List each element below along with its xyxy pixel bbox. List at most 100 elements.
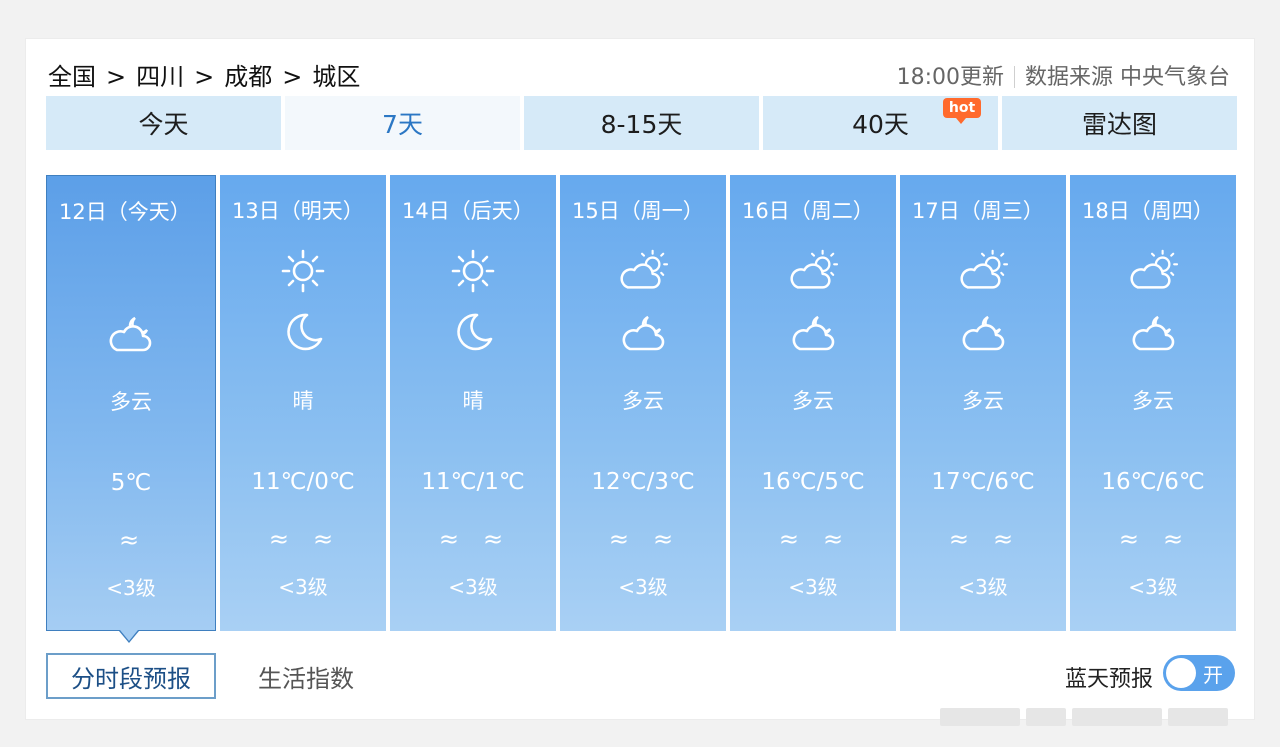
day-label: 13日（明天） (232, 199, 364, 223)
update-meta: 18:00更新 数据来源 中央气象台 (897, 59, 1230, 91)
wind-icon: ≈ (483, 525, 508, 553)
toggle-knob (1166, 658, 1196, 688)
tab-today[interactable]: 今天 (46, 96, 281, 150)
blue-sky-forecast-label: 蓝天预报 (1064, 667, 1153, 692)
tab-8-15-days[interactable]: 8-15天 (524, 96, 759, 150)
wind-icon: ≈ (823, 525, 848, 553)
wind-icon: ≈ (313, 525, 338, 553)
subtab-hourly-forecast[interactable]: 分时段预报 (46, 653, 216, 699)
day-card[interactable]: 13日（明天）晴 11℃/0℃ ≈ ≈ <3级 (220, 175, 386, 631)
wind-level: <3级 (278, 575, 328, 599)
wind-icon: ≈ (608, 525, 633, 553)
breadcrumb-province[interactable]: 四川 (136, 57, 184, 92)
wind-level: <3级 (618, 575, 668, 599)
sun-icon (448, 249, 498, 293)
partly-cloudy-day-icon (618, 249, 668, 293)
wind-icon: ≈ (1163, 525, 1188, 553)
temperature: 16℃/5℃ (761, 469, 865, 495)
partly-cloudy-day-icon (788, 249, 838, 293)
wind-level: <3级 (788, 575, 838, 599)
day-label: 15日（周一） (572, 199, 704, 223)
day-card[interactable]: 17日（周三） 多云 17℃/6℃ ≈ ≈ <3级 (900, 175, 1066, 631)
weather-description: 多云 (622, 389, 664, 413)
day-card[interactable]: 16日（周二） 多云 16℃/5℃ ≈ ≈ <3级 (730, 175, 896, 631)
breadcrumb-separator: > (282, 63, 303, 91)
weather-card: 全国 > 四川 > 成都 > 城区 18:00更新 数据来源 中央气象台 今天 7天 8-15… (25, 38, 1255, 720)
day-label: 16日（周二） (742, 199, 874, 223)
wind-direction-icons: ≈ ≈ (560, 525, 726, 553)
watermark-bar (1072, 708, 1162, 726)
tab-radar[interactable]: 雷达图 (1002, 96, 1237, 150)
watermark-bar (1168, 708, 1228, 726)
tab-label: 雷达图 (1081, 110, 1157, 139)
blue-sky-toggle[interactable]: 开 (1163, 655, 1235, 691)
day-label: 14日（后天） (402, 199, 534, 223)
wind-level: <3级 (106, 576, 156, 600)
wind-icon: ≈ (438, 525, 463, 553)
wind-direction-icons: ≈ ≈ (1070, 525, 1236, 553)
wind-direction-icons: ≈ ≈ (730, 525, 896, 553)
breadcrumb: 全国 > 四川 > 成都 > 城区 (48, 57, 360, 92)
breadcrumb-district: 城区 (312, 63, 361, 91)
cloudy-night-icon (788, 311, 838, 355)
partly-cloudy-day-icon (1128, 249, 1178, 293)
tab-label: 7天 (382, 110, 423, 139)
wind-direction-icons: ≈ ≈ (220, 525, 386, 553)
day-card[interactable]: 14日（后天）晴 11℃/1℃ ≈ ≈ <3级 (390, 175, 556, 631)
breadcrumb-separator: > (194, 63, 215, 91)
wind-icon: ≈ (778, 525, 803, 553)
weather-description: 多云 (792, 389, 834, 413)
breadcrumb-country[interactable]: 全国 (48, 57, 96, 92)
moon-icon (278, 311, 328, 355)
day-label: 18日（周四） (1082, 199, 1214, 223)
tab-40-days[interactable]: 40天 hot (763, 96, 998, 150)
tab-label: 今天 (138, 110, 189, 139)
day-card[interactable]: 15日（周一） 多云 12℃/3℃ ≈ ≈ <3级 (560, 175, 726, 631)
wind-icon: ≈ (118, 526, 144, 554)
breadcrumb-separator: > (106, 63, 127, 91)
day-label: 17日（周三） (912, 199, 1044, 223)
weather-description: 多云 (962, 389, 1004, 413)
day-card[interactable]: 18日（周四） 多云 16℃/6℃ ≈ ≈ <3级 (1070, 175, 1236, 631)
day-card[interactable]: 12日（今天） 多云 5℃ ≈ <3级 (46, 175, 216, 643)
wind-icon: ≈ (268, 525, 293, 553)
update-time: 18:00更新 (896, 65, 1004, 90)
daily-forecast-list: 12日（今天） 多云 5℃ ≈ <3级 13日（明天）晴 11℃/0℃ ≈ ≈ <3级 14日（后天… (46, 175, 1237, 643)
wind-direction-icons: ≈ (47, 526, 215, 554)
selected-pointer (119, 630, 139, 643)
data-source: 数据来源 中央气象台 (1025, 65, 1230, 90)
hot-badge: hot (943, 98, 981, 124)
tab-label: 40天 (852, 110, 909, 139)
temperature: 11℃/1℃ (421, 469, 525, 495)
partly-cloudy-day-icon (958, 249, 1008, 293)
wind-icon: ≈ (1118, 525, 1143, 553)
top-bar: 全国 > 四川 > 成都 > 城区 18:00更新 数据来源 中央气象台 (46, 51, 1236, 91)
subtab-label: 分时段预报 (71, 664, 191, 693)
breadcrumb-city[interactable]: 成都 (224, 57, 272, 92)
wind-direction-icons: ≈ ≈ (900, 525, 1066, 553)
toggle-label: 开 (1203, 663, 1223, 687)
meta-divider (1014, 66, 1015, 88)
subtab-life-index[interactable]: 生活指数 (246, 653, 366, 699)
temperature: 11℃/0℃ (251, 469, 355, 495)
day-label: 12日（今天） (59, 200, 191, 224)
tab-7-days[interactable]: 7天 (285, 96, 520, 150)
tab-label: 8-15天 (600, 110, 683, 139)
cloudy-night-icon (958, 311, 1008, 355)
sun-icon (278, 249, 328, 293)
wind-level: <3级 (448, 575, 498, 599)
weather-description: 晴 (292, 389, 314, 413)
watermark-bars (940, 705, 1250, 729)
wind-level: <3级 (1128, 575, 1178, 599)
wind-direction-icons: ≈ ≈ (390, 525, 556, 553)
moon-icon (448, 311, 498, 355)
forecast-tabs: 今天 7天 8-15天 40天 hot 雷达图 (46, 96, 1237, 150)
cloudy-night-icon (1128, 311, 1178, 355)
weather-description: 多云 (110, 390, 152, 414)
wind-icon: ≈ (948, 525, 973, 553)
subtab-label: 生活指数 (258, 664, 354, 693)
bottom-bar: 分时段预报 生活指数 蓝天预报 开 (46, 653, 1237, 699)
cloudy-night-icon (618, 311, 668, 355)
temperature: 12℃/3℃ (591, 469, 695, 495)
wind-icon: ≈ (993, 525, 1018, 553)
